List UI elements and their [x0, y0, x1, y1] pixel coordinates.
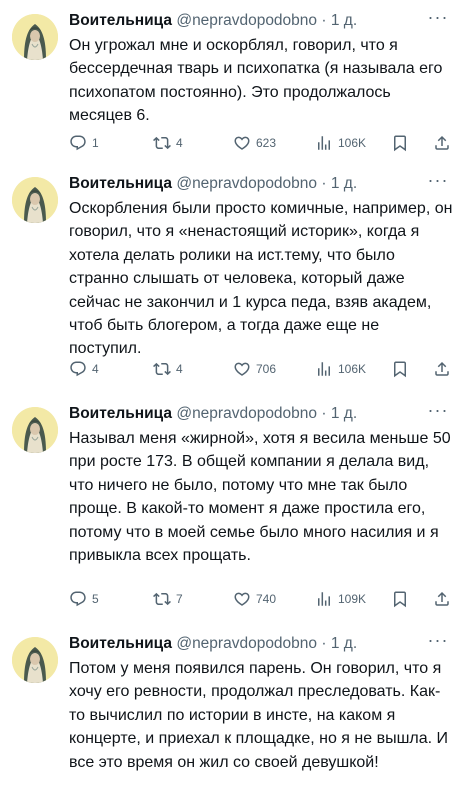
views-button[interactable]: 106K — [315, 358, 366, 380]
author-handle[interactable]: @nepravdopodobno — [176, 12, 317, 29]
heart-icon — [233, 360, 251, 378]
share-icon — [433, 134, 451, 152]
views-count: 106K — [338, 362, 367, 376]
bookmark-button[interactable] — [391, 132, 409, 154]
like-count: 706 — [256, 362, 277, 376]
author-name[interactable]: Воительница — [69, 12, 172, 29]
views-icon — [315, 360, 333, 378]
like-button[interactable]: 706 — [233, 358, 276, 380]
reply-button[interactable]: 5 — [69, 588, 99, 610]
views-icon — [315, 134, 333, 152]
tweet-text: Оскорбления были просто комичные, наприм… — [69, 200, 453, 358]
more-dots-icon[interactable]: ··· — [427, 171, 449, 191]
tweet[interactable]: Воительница @nepravdopodobno · 1 д. ··· … — [0, 6, 463, 154]
separator-dot: · — [321, 635, 327, 652]
like-button[interactable]: 623 — [233, 132, 276, 154]
retweet-count: 4 — [176, 136, 183, 150]
reply-icon — [69, 590, 87, 608]
avatar[interactable] — [12, 177, 58, 223]
retweet-button[interactable]: 4 — [153, 132, 183, 154]
tweet-actions: 5 7 740 109K — [69, 588, 453, 610]
bookmark-button[interactable] — [391, 588, 409, 610]
more-dots-icon[interactable]: ··· — [427, 631, 449, 651]
retweet-icon — [153, 360, 171, 378]
retweet-icon — [153, 134, 171, 152]
retweet-button[interactable]: 4 — [153, 358, 183, 380]
tweet[interactable]: Воительница @nepravdopodobno · 1 д. ··· … — [0, 169, 463, 384]
more-dots-icon[interactable]: ··· — [427, 8, 449, 28]
tweet-header: Воительница @nepravdopodobno · 1 д. — [69, 173, 357, 195]
avatar[interactable] — [12, 407, 58, 453]
avatar[interactable] — [12, 637, 58, 683]
retweet-count: 4 — [176, 362, 183, 376]
reply-count: 5 — [92, 592, 99, 606]
tweet-header: Воительница @nepravdopodobno · 1 д. — [69, 403, 357, 425]
heart-icon — [233, 134, 251, 152]
tweet-header: Воительница @nepravdopodobno · 1 д. — [69, 633, 357, 655]
tweet-header: Воительница @nepravdopodobno · 1 д. — [69, 10, 357, 32]
bookmark-button[interactable] — [391, 358, 409, 380]
tweet-feed: Воительница @nepravdopodobno · 1 д. ··· … — [0, 0, 463, 800]
retweet-button[interactable]: 7 — [153, 588, 183, 610]
tweet-time[interactable]: 1 д. — [331, 405, 357, 422]
views-button[interactable]: 109K — [315, 588, 366, 610]
share-icon — [433, 360, 451, 378]
tweet-time[interactable]: 1 д. — [331, 175, 357, 192]
like-count: 740 — [256, 592, 277, 606]
avatar[interactable] — [12, 14, 58, 60]
like-count: 623 — [256, 136, 277, 150]
views-button[interactable]: 106K — [315, 132, 366, 154]
retweet-icon — [153, 590, 171, 608]
tweet-actions: 1 4 623 106K — [69, 132, 453, 154]
share-button[interactable] — [433, 358, 451, 380]
views-count: 106K — [338, 136, 367, 150]
author-handle[interactable]: @nepravdopodobno — [176, 175, 317, 192]
share-button[interactable] — [433, 132, 451, 154]
author-name[interactable]: Воительница — [69, 405, 172, 422]
tweet-text: Потом у меня появился парень. Он говорил… — [69, 660, 449, 771]
bookmark-icon — [391, 134, 409, 152]
reply-icon — [69, 360, 87, 378]
tweet-text: Он угрожал мне и оскорблял, говорил, что… — [69, 37, 443, 125]
retweet-count: 7 — [176, 592, 183, 606]
tweet[interactable]: Воительница @nepravdopodobno · 1 д. ··· … — [0, 629, 463, 800]
author-handle[interactable]: @nepravdopodobno — [176, 635, 317, 652]
like-button[interactable]: 740 — [233, 588, 276, 610]
author-name[interactable]: Воительница — [69, 175, 172, 192]
heart-icon — [233, 590, 251, 608]
separator-dot: · — [321, 175, 327, 192]
separator-dot: · — [321, 12, 327, 29]
more-dots-icon[interactable]: ··· — [427, 401, 449, 421]
reply-button[interactable]: 4 — [69, 358, 99, 380]
author-name[interactable]: Воительница — [69, 635, 172, 652]
views-count: 109K — [338, 592, 367, 606]
reply-icon — [69, 134, 87, 152]
tweet-time[interactable]: 1 д. — [331, 12, 357, 29]
bookmark-icon — [391, 360, 409, 378]
tweet-time[interactable]: 1 д. — [331, 635, 357, 652]
tweet[interactable]: Воительница @nepravdopodobno · 1 д. ··· … — [0, 399, 463, 614]
reply-count: 1 — [92, 136, 99, 150]
tweet-text: Называл меня «жирной», хотя я весила мен… — [69, 430, 451, 565]
reply-count: 4 — [92, 362, 99, 376]
share-button[interactable] — [433, 588, 451, 610]
bookmark-icon — [391, 590, 409, 608]
separator-dot: · — [321, 405, 327, 422]
reply-button[interactable]: 1 — [69, 132, 99, 154]
author-handle[interactable]: @nepravdopodobno — [176, 405, 317, 422]
tweet-actions: 4 4 706 106K — [69, 358, 453, 380]
views-icon — [315, 590, 333, 608]
share-icon — [433, 590, 451, 608]
